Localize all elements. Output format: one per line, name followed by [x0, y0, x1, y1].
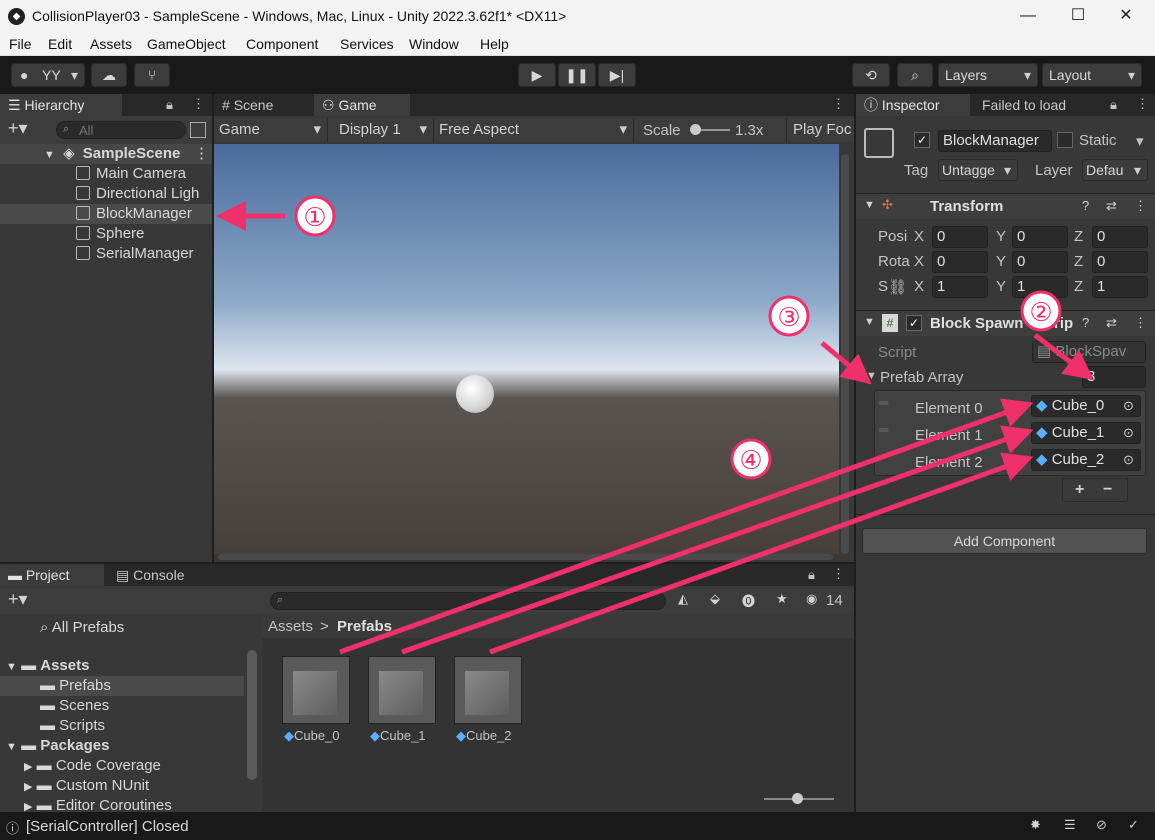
svg-text:④: ④ [739, 446, 762, 476]
annotation-arrow-3 [820, 341, 872, 385]
annotation-badge-4: ④ [730, 438, 772, 480]
svg-text:②: ② [1029, 298, 1052, 328]
annotation-badge-2: ② [1020, 290, 1062, 332]
annotation-arrow-4b [401, 425, 1034, 655]
annotation-badge-3: ③ [768, 295, 810, 337]
annotation-badge-1: ① [294, 195, 336, 237]
svg-text:①: ① [303, 203, 326, 233]
svg-text:③: ③ [777, 303, 800, 333]
annotation-arrow-2 [1033, 333, 1094, 381]
annotation-overlay: ① ② ③ ④ [216, 195, 1094, 655]
annotation-arrow-4c [489, 452, 1034, 655]
annotation-arrow-4a [339, 398, 1034, 655]
